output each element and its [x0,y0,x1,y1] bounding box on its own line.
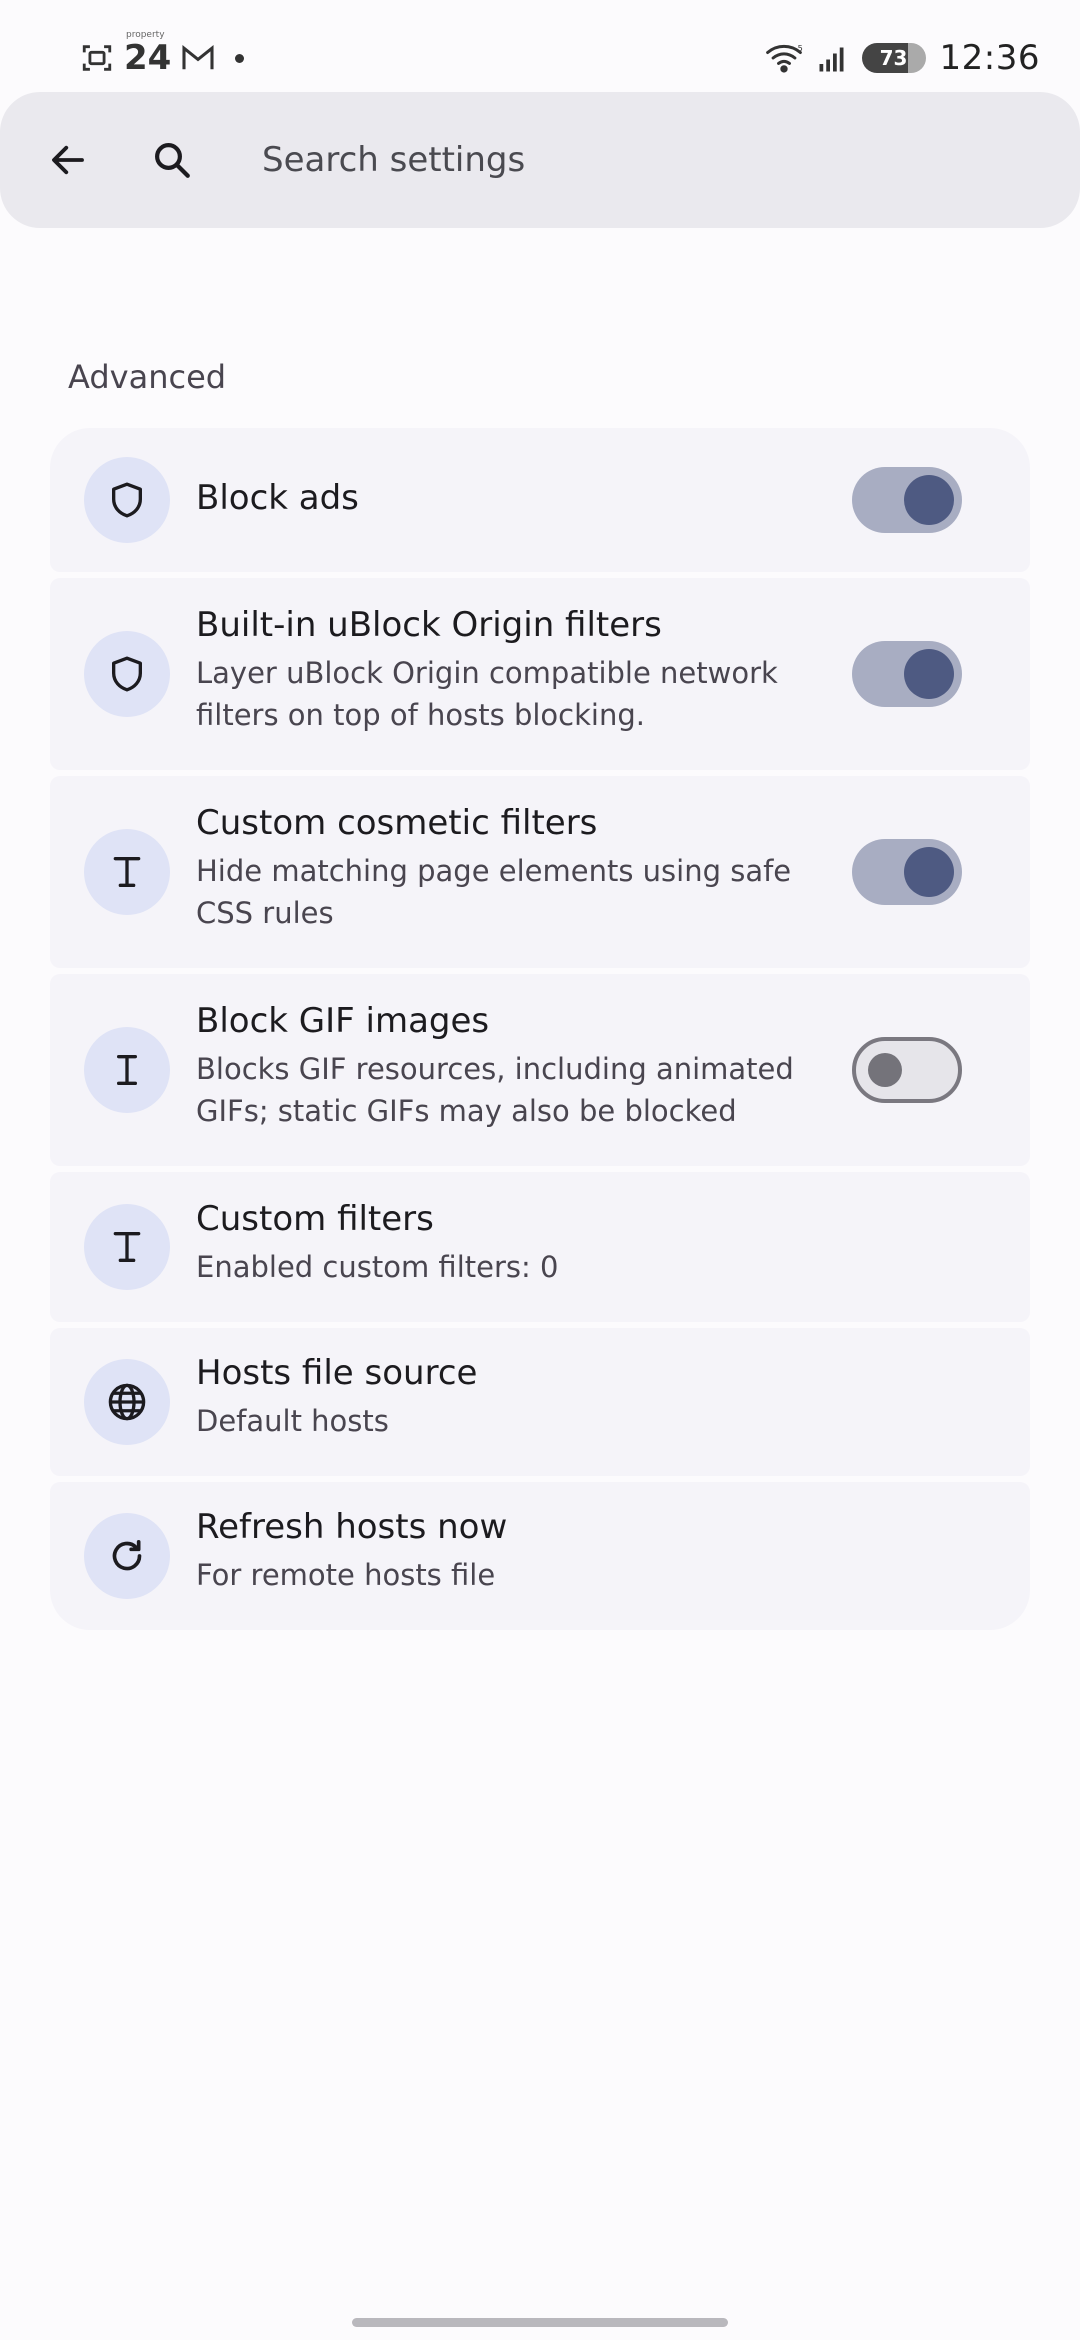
setting-subtitle: Blocks GIF resources, including animated… [196,1052,794,1128]
setting-icon-badge [84,1027,170,1113]
setting-block-ads[interactable]: Block ads [50,428,1030,572]
status-system: 5 73 12:36 [764,38,1040,78]
custom-cosmetic-filters-toggle[interactable] [852,839,962,905]
status-notifications: property 24 [80,30,245,78]
ublock-origin-filters-toggle[interactable] [852,641,962,707]
search-bar [0,92,1080,228]
settings-list: Block ads Built-in uBlock Origin filters… [50,428,1030,1636]
battery-level: 73 [879,46,908,70]
setting-subtitle: Layer uBlock Origin compatible network f… [196,656,778,732]
screenshot-icon [82,45,112,71]
shield-icon [112,482,142,518]
back-button[interactable] [36,128,100,192]
setting-subtitle: Default hosts [196,1404,389,1438]
setting-icon-badge [84,631,170,717]
setting-hosts-file-source[interactable]: Hosts file source Default hosts [50,1328,1030,1476]
toggle-knob [904,649,954,699]
refresh-icon [112,1540,142,1571]
setting-subtitle: Enabled custom filters: 0 [196,1250,559,1284]
text-cursor-icon [113,857,141,887]
arrow-back-icon [52,145,84,175]
cellular-signal-icon [819,47,844,72]
setting-title: Custom filters [196,1199,434,1239]
battery-icon: 73 [861,43,926,73]
setting-icon-badge [84,457,170,543]
setting-ublock-origin-filters[interactable]: Built-in uBlock Origin filters Layer uBl… [50,578,1030,770]
search-input[interactable] [262,122,1022,198]
text-cursor-icon [117,1055,137,1085]
block-ads-toggle[interactable] [852,467,962,533]
status-time: 12:36 [939,38,1040,78]
shield-icon [112,656,142,692]
more-notifications-dot-icon [235,53,245,63]
setting-icon-badge [84,1359,170,1445]
setting-subtitle: For remote hosts file [196,1558,496,1592]
setting-custom-cosmetic-filters[interactable]: Custom cosmetic filters Hide matching pa… [50,776,1030,968]
svg-text:5: 5 [797,43,802,53]
setting-title: Custom cosmetic filters [196,803,598,843]
setting-title: Hosts file source [196,1353,478,1393]
setting-block-gif-images[interactable]: Block GIF images Blocks GIF resources, i… [50,974,1030,1166]
setting-title: Built-in uBlock Origin filters [196,605,662,645]
setting-icon-badge [84,829,170,915]
setting-refresh-hosts-now[interactable]: Refresh hosts now For remote hosts file [50,1482,1030,1630]
setting-title: Block GIF images [196,1001,490,1041]
notification-24-icon: property 24 [124,30,172,78]
section-title-advanced: Advanced [68,358,227,396]
gmail-icon [182,44,214,70]
setting-icon-badge [84,1513,170,1599]
setting-subtitle: Hide matching page elements using safe C… [196,854,792,930]
wifi-icon: 5 [765,43,802,73]
setting-custom-filters[interactable]: Custom filters Enabled custom filters: 0 [50,1172,1030,1322]
block-gif-images-toggle[interactable] [852,1037,962,1103]
setting-title: Block ads [196,478,359,518]
toggle-knob [868,1053,902,1087]
text-cursor-icon [113,1232,141,1262]
search-icon [140,128,204,192]
setting-title: Refresh hosts now [196,1507,508,1547]
toggle-knob [904,475,954,525]
toggle-knob [904,847,954,897]
globe-icon [108,1383,146,1421]
setting-icon-badge [84,1204,170,1290]
home-indicator[interactable] [352,2318,728,2327]
